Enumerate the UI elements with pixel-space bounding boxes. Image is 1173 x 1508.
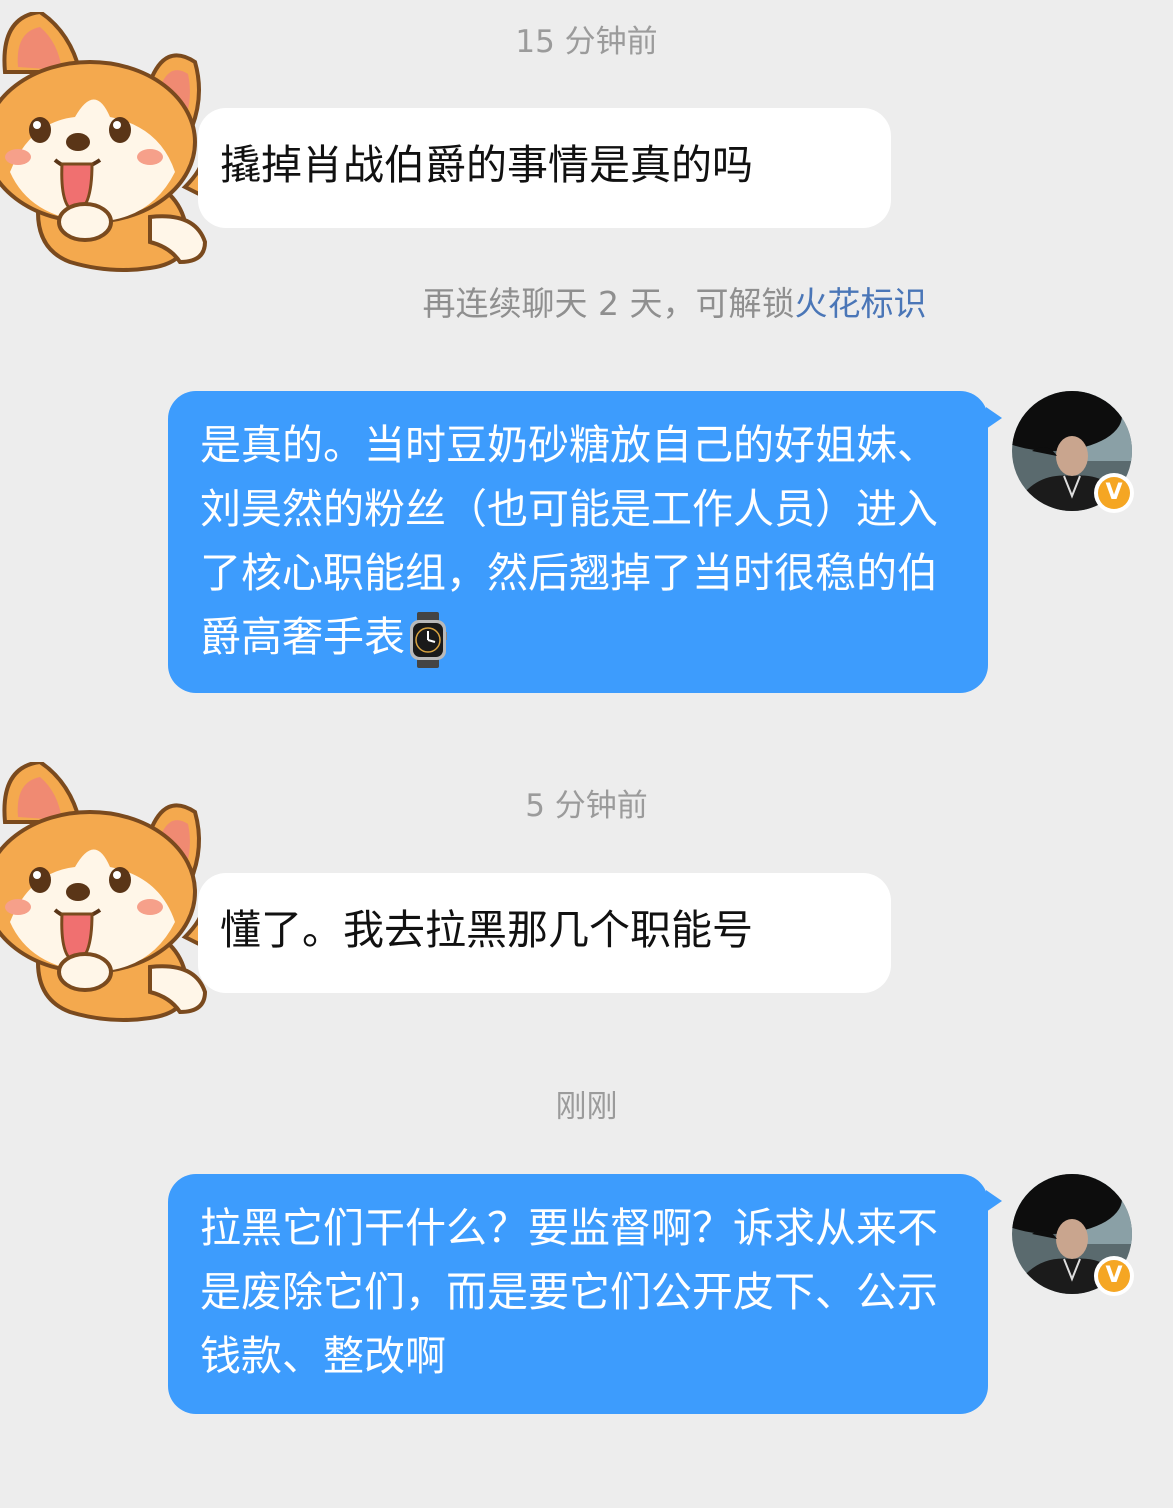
streak-hint-text: 再连续聊天 2 天，可解锁	[422, 284, 795, 323]
corgi-sticker-icon	[0, 759, 211, 1022]
message-text: 撬掉肖战伯爵的事情是真的吗	[220, 141, 753, 189]
timestamp: 刚刚	[555, 1089, 618, 1125]
spark-badge-link[interactable]: 火花标识	[794, 284, 926, 323]
verified-badge: V	[1094, 473, 1134, 513]
message-text: 懂了。我去拉黑那几个职能号	[220, 906, 753, 954]
verified-v-icon: V	[1098, 477, 1130, 509]
watch-emoji-icon	[409, 612, 448, 668]
corgi-avatar[interactable]	[0, 759, 215, 1024]
outgoing-message-bubble[interactable]: 拉黑它们干什么？要监督啊？诉求从来不是废除它们，而是要它们公开皮下、公示钱款、整…	[168, 1174, 1002, 1414]
verified-badge: V	[1094, 1256, 1134, 1296]
message-text: 是真的。当时豆奶砂糖放自己的好姐妹、刘昊然的粉丝（也可能是工作人员）进入了核心职…	[200, 421, 938, 661]
streak-hint: 再连续聊天 2 天，可解锁火花标识	[0, 282, 1173, 326]
message-text: 拉黑它们干什么？要监督啊？诉求从来不是废除它们，而是要它们公开皮下、公示钱款、整…	[200, 1204, 938, 1380]
incoming-message-bubble[interactable]: 懂了。我去拉黑那几个职能号	[198, 873, 891, 993]
user-avatar[interactable]: V	[1012, 391, 1134, 513]
outgoing-message-bubble[interactable]: 是真的。当时豆奶砂糖放自己的好姐妹、刘昊然的粉丝（也可能是工作人员）进入了核心职…	[168, 391, 1002, 693]
verified-v-icon: V	[1098, 1260, 1130, 1292]
user-avatar[interactable]: V	[1012, 1174, 1134, 1296]
corgi-avatar[interactable]	[0, 9, 215, 274]
incoming-message-bubble[interactable]: 撬掉肖战伯爵的事情是真的吗	[198, 108, 891, 228]
corgi-sticker-icon	[0, 9, 211, 272]
